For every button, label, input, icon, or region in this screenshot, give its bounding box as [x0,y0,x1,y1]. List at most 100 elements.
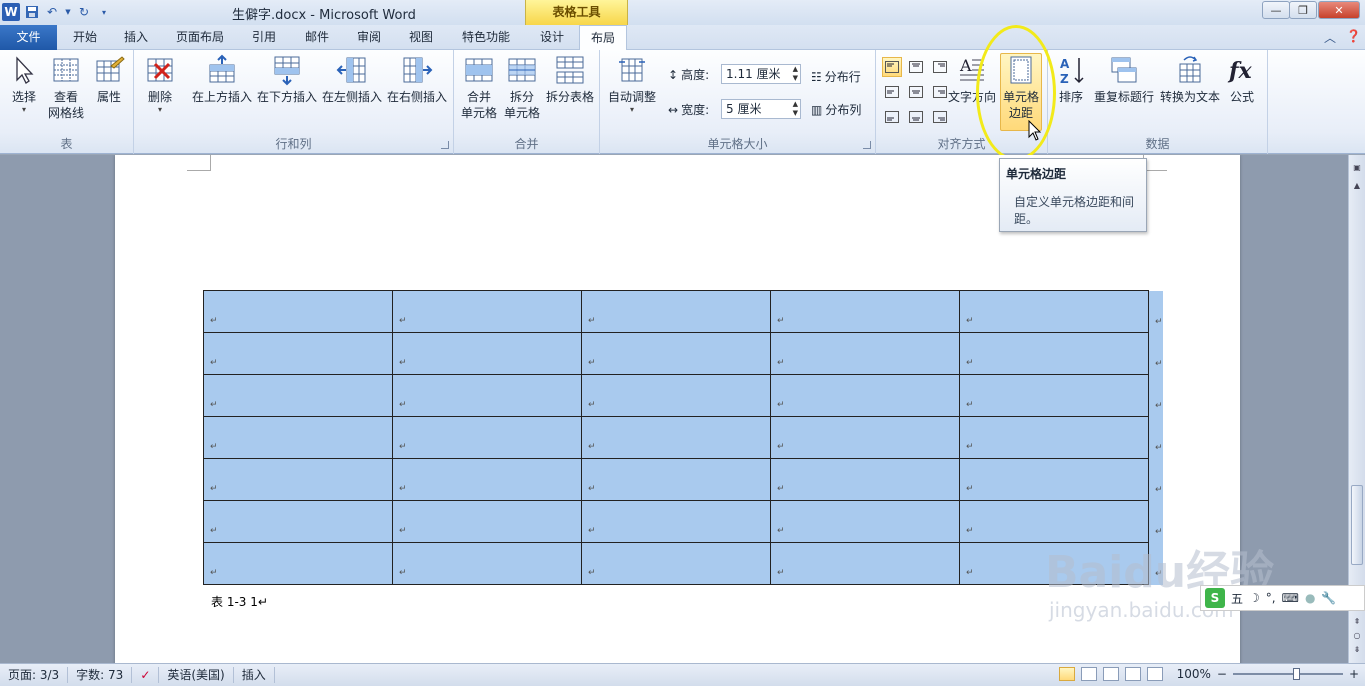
table-cell[interactable]: ↵ [581,416,771,459]
width-input[interactable]: 5 厘米 ▲ ▼ [721,99,801,119]
view-gridlines-button[interactable]: 查看 网格线 [46,54,86,121]
table-cell[interactable]: ↵ [770,290,960,333]
tab-references[interactable]: 引用 [240,25,288,50]
table-cell[interactable]: ↵ [392,374,582,417]
align-top-center-icon[interactable] [906,57,926,77]
table-cell[interactable]: ↵ [581,500,771,543]
table-cell[interactable]: ↵ [203,374,393,417]
minimize-button[interactable]: — [1262,1,1290,19]
table-cell[interactable]: ↵ [770,542,960,585]
table-cell[interactable]: ↵ [392,290,582,333]
table-cell[interactable]: ↵ [959,458,1149,501]
formula-button[interactable]: fx 公式 [1224,54,1260,105]
table-cell[interactable]: ↵ [203,416,393,459]
status-language[interactable]: 英语(美国) [159,667,234,683]
ime-user-icon[interactable]: ● [1305,591,1315,605]
insert-below-button[interactable]: 在下方插入 [255,54,319,105]
ime-mode[interactable]: 五 [1231,590,1243,607]
table-cell[interactable]: ↵ [959,416,1149,459]
table-cell[interactable]: ↵ [770,458,960,501]
insert-above-button[interactable]: 在上方插入 [190,54,254,105]
table-cell[interactable]: ↵ [770,374,960,417]
cell-size-dialog-launcher-icon[interactable] [863,141,871,149]
insert-right-button[interactable]: 在右侧插入 [385,54,449,105]
next-page-icon[interactable]: ⇟ [1349,645,1365,654]
word-logo-icon[interactable]: W [2,3,20,21]
table-cell[interactable]: ↵ [770,332,960,375]
ribbon-collapse-icon[interactable]: ︿ [1324,29,1336,46]
align-bottom-center-icon[interactable] [906,107,926,127]
tab-review[interactable]: 审阅 [345,25,393,50]
tab-special-features[interactable]: 特色功能 [449,25,523,50]
align-middle-center-icon[interactable] [906,82,926,102]
ime-moon-icon[interactable]: ☽ [1249,591,1260,605]
ime-keyboard-icon[interactable]: ⌨ [1282,591,1299,605]
table-cell[interactable]: ↵ [959,374,1149,417]
tab-file[interactable]: 文件 [0,25,57,50]
spin-arrows-icon[interactable]: ▲ ▼ [793,65,798,83]
table-cell[interactable]: ↵ [581,542,771,585]
table-cell[interactable]: ↵ [959,332,1149,375]
zoom-slider[interactable] [1232,668,1343,680]
table-cell[interactable]: ↵ [392,332,582,375]
table-cell[interactable]: ↵ [959,500,1149,543]
draft-view-icon[interactable] [1146,667,1163,681]
status-insert-mode[interactable]: 插入 [234,667,275,683]
ruler-toggle-icon[interactable]: ▣ [1349,163,1365,172]
convert-to-text-button[interactable]: 转换为文本 [1158,54,1222,105]
tab-view[interactable]: 视图 [396,25,446,50]
ime-wrench-icon[interactable]: 🔧 [1321,591,1336,605]
full-screen-reading-icon[interactable] [1080,667,1097,681]
distribute-rows-button[interactable]: ☷ 分布行 [811,68,861,85]
height-input[interactable]: 1.11 厘米 ▲ ▼ [721,64,801,84]
scroll-up-icon[interactable]: ▲ [1349,181,1365,190]
align-middle-right-icon[interactable] [930,82,950,102]
print-layout-view-icon[interactable] [1058,667,1075,681]
split-cells-button[interactable]: 拆分 单元格 [501,54,543,121]
table-cell[interactable]: ↵ [392,416,582,459]
merge-cells-button[interactable]: 合并 单元格 [458,54,500,121]
tab-page-layout[interactable]: 页面布局 [163,25,237,50]
status-page[interactable]: 页面: 3/3 [0,667,69,683]
autofit-button[interactable]: 自动调整 ▾ [604,54,660,115]
sort-button[interactable]: AZ 排序 [1054,54,1088,105]
table-cell[interactable]: ↵ [770,500,960,543]
table-cell[interactable]: ↵ [203,332,393,375]
undo-dropdown-icon[interactable]: ▼ [64,4,72,20]
distribute-columns-button[interactable]: ▥ 分布列 [811,101,861,118]
ime-punctuation[interactable]: °, [1266,591,1276,605]
table-cell[interactable]: ↵ [203,542,393,585]
web-layout-icon[interactable] [1102,667,1119,681]
table-caption[interactable]: 表 1-3 1↵ [211,593,268,610]
tab-mailings[interactable]: 邮件 [292,25,342,50]
table-cell[interactable]: ↵ [581,332,771,375]
prev-page-icon[interactable]: ⇞ [1349,617,1365,626]
align-top-left-icon[interactable] [882,57,902,77]
undo-icon[interactable]: ↶ [44,4,60,20]
table-cell[interactable]: ↵ [203,458,393,501]
align-bottom-left-icon[interactable] [882,107,902,127]
tab-home[interactable]: 开始 [60,25,110,50]
maximize-button[interactable]: ❐ [1289,1,1317,19]
properties-button[interactable]: 属性 [90,54,128,105]
ime-toolbar[interactable]: S 五 ☽ °, ⌨ ● 🔧 [1200,585,1365,611]
table-cell[interactable]: ↵ [203,500,393,543]
delete-button[interactable]: 删除 ▾ [140,54,180,115]
rows-columns-dialog-launcher-icon[interactable] [441,141,449,149]
zoom-out-icon[interactable]: − [1217,667,1227,681]
tab-insert[interactable]: 插入 [113,25,159,50]
align-middle-left-icon[interactable] [882,82,902,102]
table-cell[interactable]: ↵ [392,458,582,501]
align-bottom-right-icon[interactable] [930,107,950,127]
table-cell[interactable]: ↵ [581,374,771,417]
browse-object-icon[interactable]: ○ [1349,631,1365,640]
table-cell[interactable]: ↵ [770,416,960,459]
spelling-check-icon[interactable]: ✓ [132,667,160,683]
zoom-in-icon[interactable]: + [1349,667,1359,681]
tab-layout[interactable]: 布局 [579,25,627,51]
redo-icon[interactable]: ↻ [76,4,92,20]
table-cell[interactable]: ↵ [959,290,1149,333]
zoom-slider-thumb[interactable] [1292,668,1300,680]
table-cell[interactable]: ↵ [392,542,582,585]
repeat-header-rows-button[interactable]: 重复标题行 [1092,54,1156,105]
